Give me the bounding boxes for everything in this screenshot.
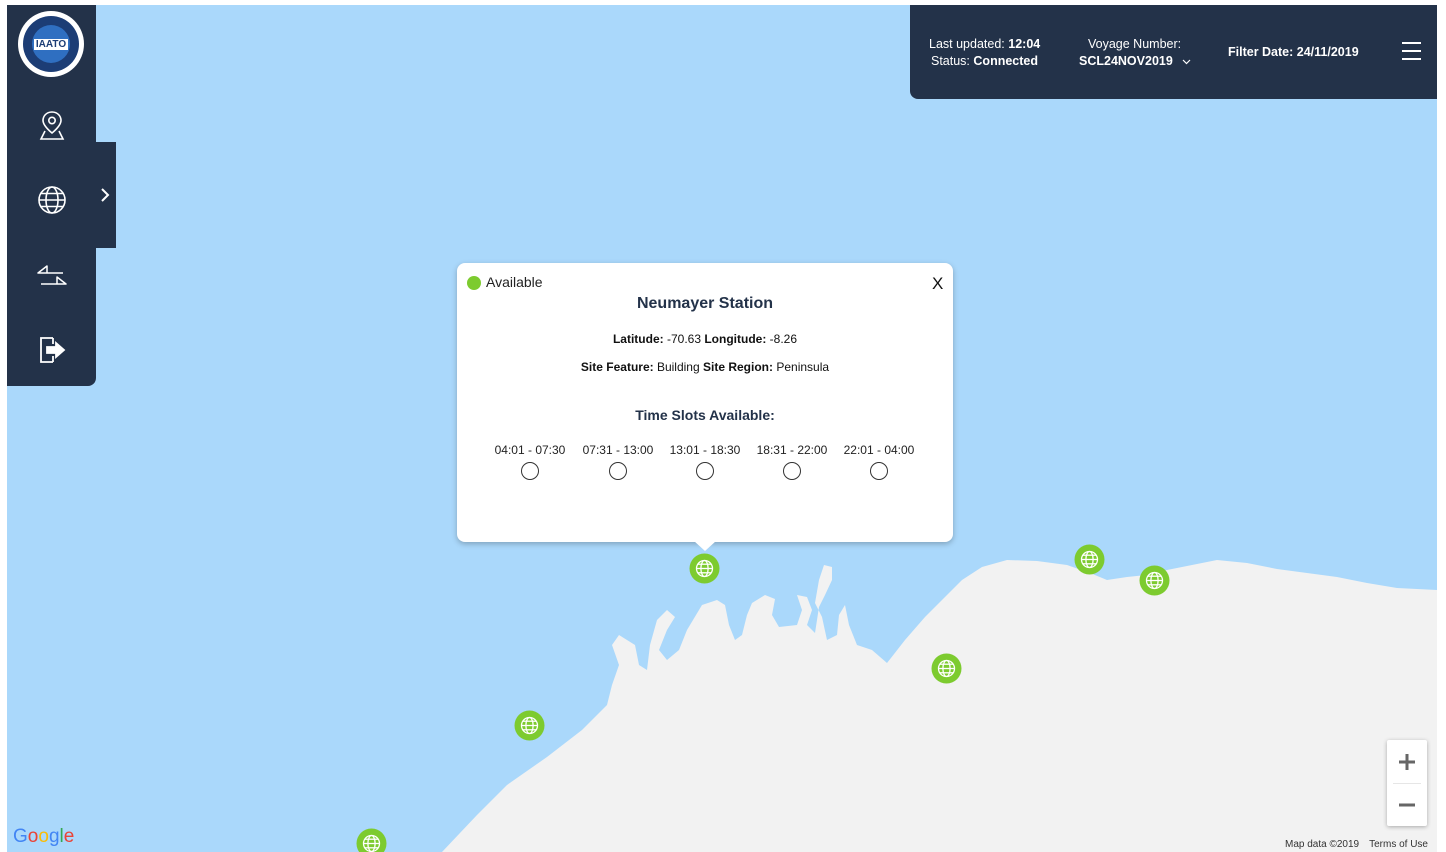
time-slot-radio[interactable] — [870, 462, 888, 480]
site-marker[interactable] — [356, 828, 387, 852]
status-label: Status: — [931, 54, 970, 68]
site-marker-neumayer-station[interactable] — [689, 553, 720, 584]
voyage-number-value: SCL24NOV2019 — [1079, 54, 1173, 68]
coordinates-line: Latitude: -70.63 Longitude: -8.26 — [457, 332, 953, 346]
latitude-value: -70.63 — [666, 332, 701, 346]
popup-pointer — [694, 541, 716, 551]
filter-date-value: 24/11/2019 — [1296, 45, 1359, 59]
site-feature-value: Building — [656, 360, 700, 374]
site-feature-label: Site Feature: — [580, 360, 654, 374]
voyage-number-select[interactable]: SCL24NOV2019 — [1079, 53, 1191, 70]
site-info-popup: Available X Neumayer Station Latitude: -… — [457, 263, 953, 542]
site-name: Neumayer Station — [636, 295, 774, 312]
site-region-value: Peninsula — [776, 360, 830, 374]
latitude-label: Latitude: — [612, 332, 664, 346]
filter-date-label: Filter Date: — [1228, 45, 1294, 59]
chevron-down-icon — [1182, 59, 1191, 65]
site-marker[interactable] — [514, 710, 545, 741]
time-slot-radio[interactable] — [609, 462, 627, 480]
time-slot-option[interactable]: 18:31 - 22:00 — [749, 443, 835, 480]
sidebar: IAATO — [7, 5, 96, 386]
terms-of-use-link[interactable]: Terms of Use — [1369, 839, 1428, 850]
time-slots-title: Time Slots Available: — [635, 407, 775, 423]
map-credits: Map data ©2019 Terms of Use — [1285, 839, 1438, 850]
site-marker[interactable] — [1074, 544, 1105, 575]
site-region-label: Site Region: — [703, 360, 774, 374]
time-slot-option[interactable]: 04:01 - 07:30 — [487, 443, 573, 480]
status-header: Last updated: 12:04 Status: Connected Vo… — [910, 5, 1437, 99]
time-slot-radio[interactable] — [521, 462, 539, 480]
time-slot-label: 07:31 - 13:00 — [582, 443, 654, 457]
last-updated: Last updated: 12:04 — [929, 36, 1040, 53]
time-slot-radio[interactable] — [696, 462, 714, 480]
logo-emblem: IAATO — [23, 16, 79, 72]
filter-date[interactable]: Filter Date: 24/11/2019 — [1228, 44, 1359, 61]
zoom-out-button[interactable] — [1387, 783, 1427, 826]
time-slot-option[interactable]: 22:01 - 04:00 — [836, 443, 922, 480]
status-value: Connected — [973, 54, 1038, 68]
last-updated-label: Last updated: — [929, 37, 1005, 51]
time-slot-option[interactable]: 07:31 - 13:00 — [575, 443, 661, 480]
close-popup-button[interactable]: X — [932, 274, 943, 294]
iaato-logo[interactable]: IAATO — [18, 11, 84, 77]
time-slot-option[interactable]: 13:01 - 18:30 — [662, 443, 748, 480]
longitude-value: -8.26 — [769, 332, 798, 346]
map-pin-icon[interactable] — [33, 106, 71, 144]
chevron-right-icon[interactable] — [99, 186, 111, 204]
voyage-number-label: Voyage Number: — [1088, 37, 1182, 51]
time-slot-label: 18:31 - 22:00 — [756, 443, 828, 457]
globe-icon[interactable] — [33, 181, 71, 219]
map-data-attribution: Map data ©2019 — [1285, 839, 1360, 850]
time-slot-label: 04:01 - 07:30 — [494, 443, 566, 457]
google-logo[interactable]: Google — [13, 826, 74, 848]
site-details-line: Site Feature: Building Site Region: Peni… — [457, 360, 953, 374]
swap-arrows-icon[interactable] — [33, 256, 71, 294]
site-marker[interactable] — [931, 653, 962, 684]
time-slot-label: 13:01 - 18:30 — [669, 443, 741, 457]
hamburger-menu-icon[interactable] — [1401, 41, 1422, 61]
site-marker[interactable] — [1139, 565, 1170, 596]
last-updated-value: 12:04 — [1008, 37, 1041, 51]
zoom-controls — [1387, 740, 1427, 826]
logo-text: IAATO — [33, 38, 69, 50]
plus-icon — [1399, 753, 1415, 770]
status-indicator-dot — [467, 276, 481, 290]
minus-icon — [1399, 803, 1415, 806]
time-slot-label: 22:01 - 04:00 — [843, 443, 915, 457]
zoom-in-button[interactable] — [1387, 740, 1427, 783]
longitude-label: Longitude: — [704, 332, 767, 346]
connection-status: Status: Connected — [931, 53, 1038, 70]
time-slot-radio[interactable] — [783, 462, 801, 480]
logout-icon[interactable] — [33, 330, 71, 368]
availability-status: Available — [486, 274, 543, 290]
